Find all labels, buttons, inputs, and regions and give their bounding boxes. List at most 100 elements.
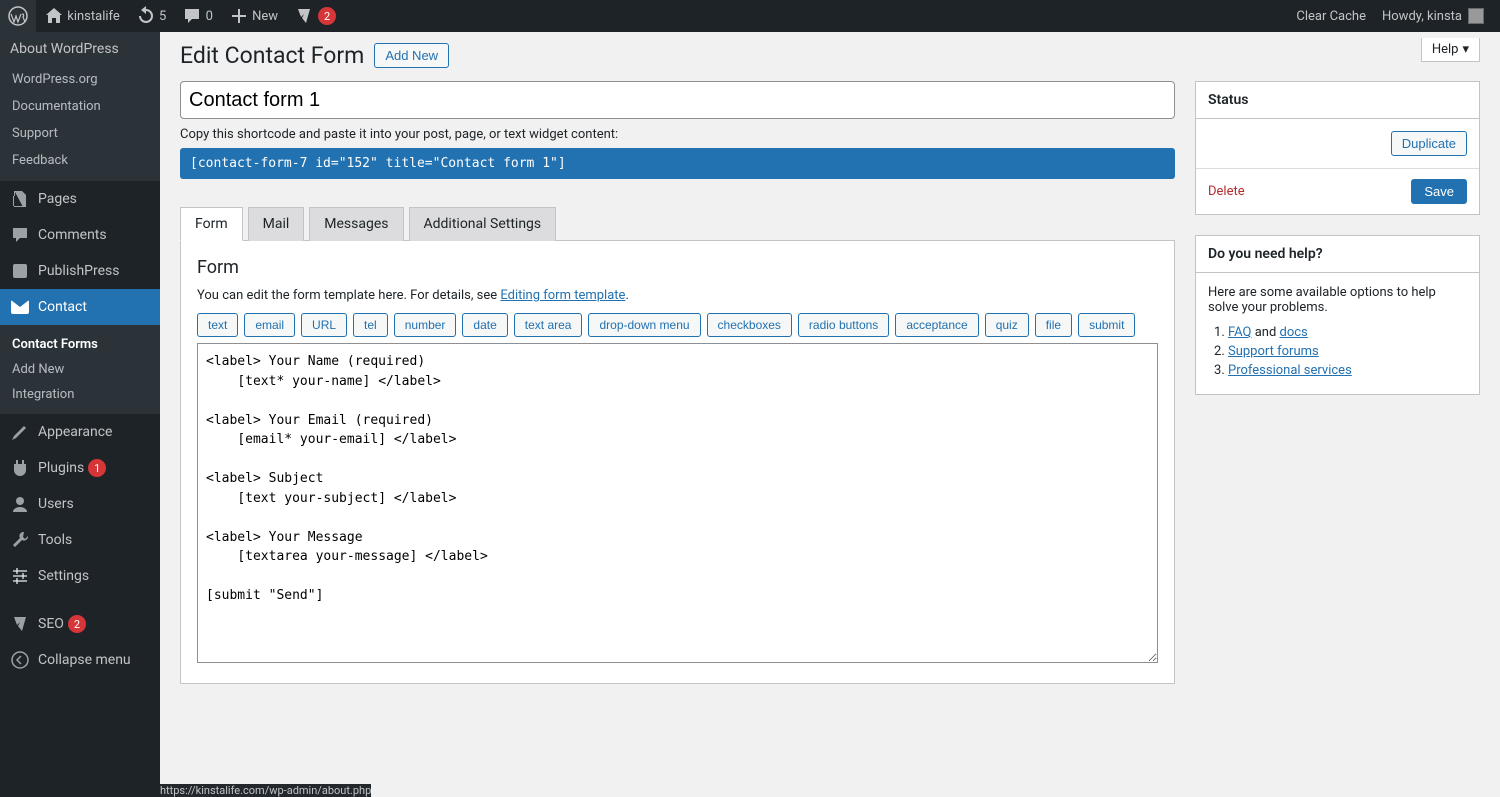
plugins-update-badge: 1 — [88, 459, 106, 477]
tag-button-radio-buttons[interactable]: radio buttons — [798, 313, 889, 337]
support-forums-link[interactable]: Support forums — [1228, 344, 1319, 359]
tag-button-email[interactable]: email — [244, 313, 295, 337]
tag-generator-buttons: textemailURLtelnumberdate text areadrop-d… — [197, 313, 1158, 337]
admin-bar: kinstalife 5 0 New 2 Clear Cache Howdy, … — [0, 0, 1500, 32]
tag-button-submit[interactable]: submit — [1078, 313, 1135, 337]
yoast-icon — [294, 6, 314, 26]
submenu-add-new[interactable]: Add New — [0, 357, 160, 382]
tag-button-number[interactable]: number — [394, 313, 457, 337]
seo-badge: 2 — [68, 615, 86, 633]
sidebar-support[interactable]: Support — [0, 120, 160, 147]
collapse-icon — [10, 650, 30, 670]
plus-icon — [229, 6, 249, 26]
settings-icon — [10, 566, 30, 586]
yoast-badge: 2 — [318, 7, 336, 25]
submenu-contact-forms[interactable]: Contact Forms — [0, 332, 160, 357]
main-content: Help▾ Edit Contact Form Add New Copy thi… — [160, 32, 1500, 797]
howdy-text: Howdy, kinsta — [1382, 9, 1462, 24]
sidebar-pages[interactable]: Pages — [0, 181, 160, 217]
form-tabs: Form Mail Messages Additional Settings — [180, 207, 1175, 241]
panel-heading: Form — [197, 257, 1158, 278]
sidebar-contact-submenu: Contact Forms Add New Integration — [0, 325, 160, 414]
tag-button-acceptance[interactable]: acceptance — [895, 313, 978, 337]
site-name-link[interactable]: kinstalife — [36, 0, 128, 32]
sidebar-appearance[interactable]: Appearance — [0, 414, 160, 450]
comment-icon — [182, 6, 202, 26]
tag-button-text[interactable]: text — [197, 313, 238, 337]
yoast-notifications[interactable]: 2 — [286, 0, 344, 32]
home-icon — [44, 6, 64, 26]
tab-messages[interactable]: Messages — [309, 207, 403, 241]
help-tab[interactable]: Help▾ — [1421, 38, 1480, 62]
sidebar-comments[interactable]: Comments — [0, 217, 160, 253]
tag-button-quiz[interactable]: quiz — [985, 313, 1029, 337]
status-header: Status — [1196, 82, 1479, 119]
add-new-button[interactable]: Add New — [374, 43, 449, 68]
comments-link[interactable]: 0 — [174, 0, 221, 32]
form-title-input[interactable] — [180, 81, 1175, 119]
delete-link[interactable]: Delete — [1208, 184, 1245, 199]
tag-button-checkboxes[interactable]: checkboxes — [707, 313, 792, 337]
seo-icon — [10, 614, 30, 634]
account-link[interactable]: Howdy, kinsta — [1374, 0, 1492, 32]
help-link-item: Support forums — [1228, 344, 1467, 359]
submenu-integration[interactable]: Integration — [0, 382, 160, 407]
tag-button-date[interactable]: date — [462, 313, 507, 337]
tab-mail[interactable]: Mail — [248, 207, 305, 241]
tools-icon — [10, 530, 30, 550]
editing-template-link[interactable]: Editing form template — [500, 288, 625, 303]
users-icon — [10, 494, 30, 514]
sidebar-publishpress[interactable]: PublishPress — [0, 253, 160, 289]
page-title: Edit Contact Form — [180, 42, 364, 69]
save-button[interactable]: Save — [1411, 179, 1467, 204]
status-postbox: Status Duplicate Delete Save — [1195, 81, 1480, 215]
tab-form[interactable]: Form — [180, 207, 243, 241]
tag-button-file[interactable]: file — [1035, 313, 1072, 337]
new-content-link[interactable]: New — [221, 0, 286, 32]
site-name-text: kinstalife — [67, 9, 120, 24]
comments-icon — [10, 225, 30, 245]
help-text: Here are some available options to help … — [1208, 285, 1467, 315]
faq-link[interactable]: FAQ — [1228, 325, 1251, 340]
sidebar-about-wordpress[interactable]: About WordPress — [0, 32, 160, 66]
appearance-icon — [10, 422, 30, 442]
tag-button-URL[interactable]: URL — [301, 313, 347, 337]
sidebar-wporg[interactable]: WordPress.org — [0, 66, 160, 93]
refresh-icon — [136, 6, 156, 26]
sidebar-contact[interactable]: Contact — [0, 289, 160, 325]
sidebar-documentation[interactable]: Documentation — [0, 93, 160, 120]
form-panel: Form You can edit the form template here… — [180, 240, 1175, 684]
sidebar-plugins[interactable]: Plugins1 — [0, 450, 160, 486]
sidebar-collapse[interactable]: Collapse menu — [0, 642, 160, 678]
help-link-item: FAQ and docs — [1228, 325, 1467, 340]
tag-button-drop-down-menu[interactable]: drop-down menu — [588, 313, 700, 337]
updates-link[interactable]: 5 — [128, 0, 175, 32]
sidebar-feedback[interactable]: Feedback — [0, 147, 160, 174]
wp-logo-icon[interactable] — [0, 0, 36, 32]
plugins-icon — [10, 458, 30, 478]
form-template-textarea[interactable] — [197, 343, 1158, 663]
sidebar-seo[interactable]: SEO2 — [0, 606, 160, 642]
shortcode-description: Copy this shortcode and paste it into yo… — [180, 127, 1175, 142]
shortcode-box[interactable]: [contact-form-7 id="152" title="Contact … — [180, 148, 1175, 179]
sidebar-users[interactable]: Users — [0, 486, 160, 522]
professional-services-link[interactable]: Professional services — [1228, 363, 1352, 378]
sidebar-settings[interactable]: Settings — [0, 558, 160, 594]
status-bar-url: https://kinstalife.com/wp-admin/about.ph… — [160, 784, 371, 797]
pages-icon — [10, 189, 30, 209]
sidebar-tools[interactable]: Tools — [0, 522, 160, 558]
admin-sidebar: About WordPress WordPress.org Documentat… — [0, 32, 160, 797]
new-label: New — [252, 9, 278, 24]
avatar-icon — [1468, 8, 1484, 24]
docs-link[interactable]: docs — [1280, 325, 1308, 340]
mail-icon — [10, 297, 30, 317]
tab-additional-settings[interactable]: Additional Settings — [409, 207, 557, 241]
panel-description: You can edit the form template here. For… — [197, 288, 1158, 303]
clear-cache-link[interactable]: Clear Cache — [1288, 0, 1374, 32]
tag-button-text-area[interactable]: text area — [514, 313, 583, 337]
comments-count: 0 — [206, 9, 213, 24]
tag-button-tel[interactable]: tel — [353, 313, 388, 337]
duplicate-button[interactable]: Duplicate — [1391, 131, 1467, 156]
help-postbox: Do you need help? Here are some availabl… — [1195, 235, 1480, 395]
help-link-item: Professional services — [1228, 363, 1467, 378]
